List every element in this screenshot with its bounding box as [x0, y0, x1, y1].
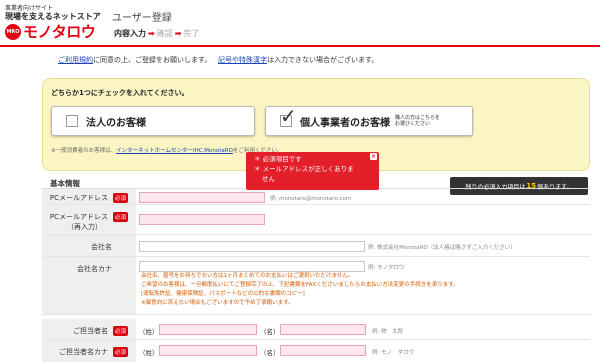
corporate-checkbox[interactable] [66, 115, 78, 127]
required-badge: 必須 [112, 212, 128, 222]
special-chars-link[interactable]: 記号や特殊漢字 [218, 56, 267, 64]
notice-text-1: に同意の上、ご登録をお願いします。 [93, 56, 212, 64]
label-cell: PCメールアドレス 必須 [42, 189, 136, 204]
site-header: 事業者向けサイト 現場を支えるネットストア MRO モノタロウ ユーザー登録 内… [0, 0, 600, 47]
pc-email-input[interactable] [139, 192, 265, 203]
note-line: ご希望のお客様は、一旦都度払いにてご登録完了の上、下記書類をFAXくださいました… [141, 282, 459, 288]
corporate-option[interactable]: 法人のお客様 [51, 106, 255, 136]
contact-kana-label: ご担当者名カナ [59, 348, 108, 356]
individual-label: 個人事業者のお客様 [300, 117, 390, 129]
row-contact-kana: ご担当者名カナ 必須 （姓） （名） 例: モノ タロウ [42, 340, 590, 362]
arrow-right-icon: ➡ [148, 29, 155, 38]
first-name-label: （名） [260, 328, 280, 336]
terms-notice: ご利用規約に同意の上、ご登録をお願いします。 記号や特殊漢字は入力できない場合が… [58, 55, 378, 65]
pc-email-confirm-input[interactable] [139, 214, 265, 225]
last-name-label: （姓） [139, 328, 159, 336]
company-kana-input[interactable] [139, 261, 365, 272]
contact-last-name-input[interactable] [159, 324, 257, 335]
error-line-required: ＊ 必須項目です [254, 155, 302, 163]
label-cell: ご担当者名 必須 [42, 319, 136, 339]
company-kana-notes: 会社名、屋号をお持ちでない方は1ヶ月まとめてのお支払いはご選択いただけません。 … [141, 272, 459, 308]
error-line-email-cont: せん [262, 175, 275, 183]
contact-kana-hint: 例: モノ タロウ [372, 350, 415, 356]
note-line: 会社名、屋号をお持ちでない方は1ヶ月まとめてのお支払いはご選択いただけません。 [141, 273, 354, 279]
label-cell: 会社名カナ [42, 257, 136, 314]
arrow-right-icon: ➡ [174, 29, 182, 38]
error-line-email: ＊ メールアドレスが正しくありま [254, 165, 354, 173]
row-company: 会社名 例: 株式会社MonotaRO（法人格は略さずご入力ください） [42, 235, 590, 257]
pc-email-hint: 例: monotaro@monotaro.com [270, 196, 352, 202]
checkmark-icon: ✓ [280, 104, 297, 128]
note-line: [運転免許証、健康保険証、パスポートなどの公的な書類のコピー] [141, 291, 305, 297]
row-pc-email-confirm: PCメールアドレス 必須 （再入力） [42, 205, 590, 235]
company-hint: 例: 株式会社MonotaRO（法人格は略さずご入力ください） [368, 245, 516, 251]
required-badge: 必須 [112, 193, 128, 203]
contact-last-kana-input[interactable] [159, 345, 257, 356]
required-badge: 必須 [112, 347, 128, 357]
note-line: ※御意向に添えない場合もございますので予め了承願います。 [141, 300, 294, 306]
step-input: 内容入力 [114, 29, 146, 38]
close-icon[interactable]: × [370, 153, 377, 160]
consumer-text-1: ※一般消費者のお客様は、 [51, 148, 117, 154]
page-title: ユーザー登録 [112, 13, 172, 24]
contact-first-kana-input[interactable] [280, 345, 366, 356]
required-badge: 必須 [112, 326, 128, 336]
progress-steps: 内容入力 ➡ 確認 ➡ 完了 [114, 28, 199, 39]
individual-option[interactable]: ✓ 個人事業者のお客様 職人の方はこちらを お選びください [265, 106, 473, 136]
monotaro-logo[interactable]: MRO モノタロウ [5, 23, 96, 41]
registration-form: PCメールアドレス 必須 例: monotaro@monotaro.com PC… [42, 188, 590, 362]
pc-email-label: PCメールアドレス [49, 194, 108, 202]
customer-type-title: どちらか1つにチェックを入れてください。 [51, 89, 189, 97]
step-confirm: 確認 [156, 29, 173, 38]
contact-hint: 例: 物 太郎 [372, 329, 404, 335]
individual-checkbox[interactable]: ✓ [280, 106, 297, 127]
company-kana-label: 会社名カナ [77, 265, 112, 273]
label-cell: 会社名 [42, 235, 136, 256]
logo-mark-icon: MRO [5, 23, 21, 40]
validation-error-popup: ＊ 必須項目です ＊ メールアドレスが正しくありま せん × [246, 152, 379, 190]
ihc-link[interactable]: インターネットホームセンターIHC.MonotaRO [116, 148, 233, 154]
individual-sublabel: 職人の方はこちらを お選びください [395, 114, 441, 128]
terms-link[interactable]: ご利用規約 [58, 56, 93, 64]
logo-text: モノタロウ [23, 23, 96, 41]
step-complete: 完了 [183, 29, 200, 38]
last-name-label: （姓） [139, 349, 159, 357]
first-name-label: （名） [260, 349, 280, 357]
corporate-label: 法人のお客様 [86, 117, 146, 129]
row-pc-email: PCメールアドレス 必須 例: monotaro@monotaro.com [42, 189, 590, 205]
row-contact-name: ご担当者名 必須 （姓） （名） 例: 物 太郎 [42, 319, 590, 340]
row-company-kana: 会社名カナ 例: モノタロウ 会社名、屋号をお持ちでない方は1ヶ月まとめてのお支… [42, 257, 590, 315]
notice-text-2: は入力できない場合がございます。 [267, 56, 379, 64]
label-cell: ご担当者名カナ 必須 [42, 340, 136, 362]
pc-email-confirm-sublabel: （再入力） [67, 223, 102, 231]
contact-label: ご担当者名 [73, 327, 108, 335]
company-input[interactable] [139, 241, 365, 252]
pc-email-confirm-label: PCメールアドレス [49, 213, 108, 221]
label-cell: PCメールアドレス 必須 （再入力） [42, 205, 136, 234]
header-divider [0, 45, 600, 47]
company-kana-hint: 例: モノタロウ [368, 265, 405, 271]
contact-first-name-input[interactable] [280, 324, 366, 335]
company-label: 会社名 [91, 243, 112, 251]
